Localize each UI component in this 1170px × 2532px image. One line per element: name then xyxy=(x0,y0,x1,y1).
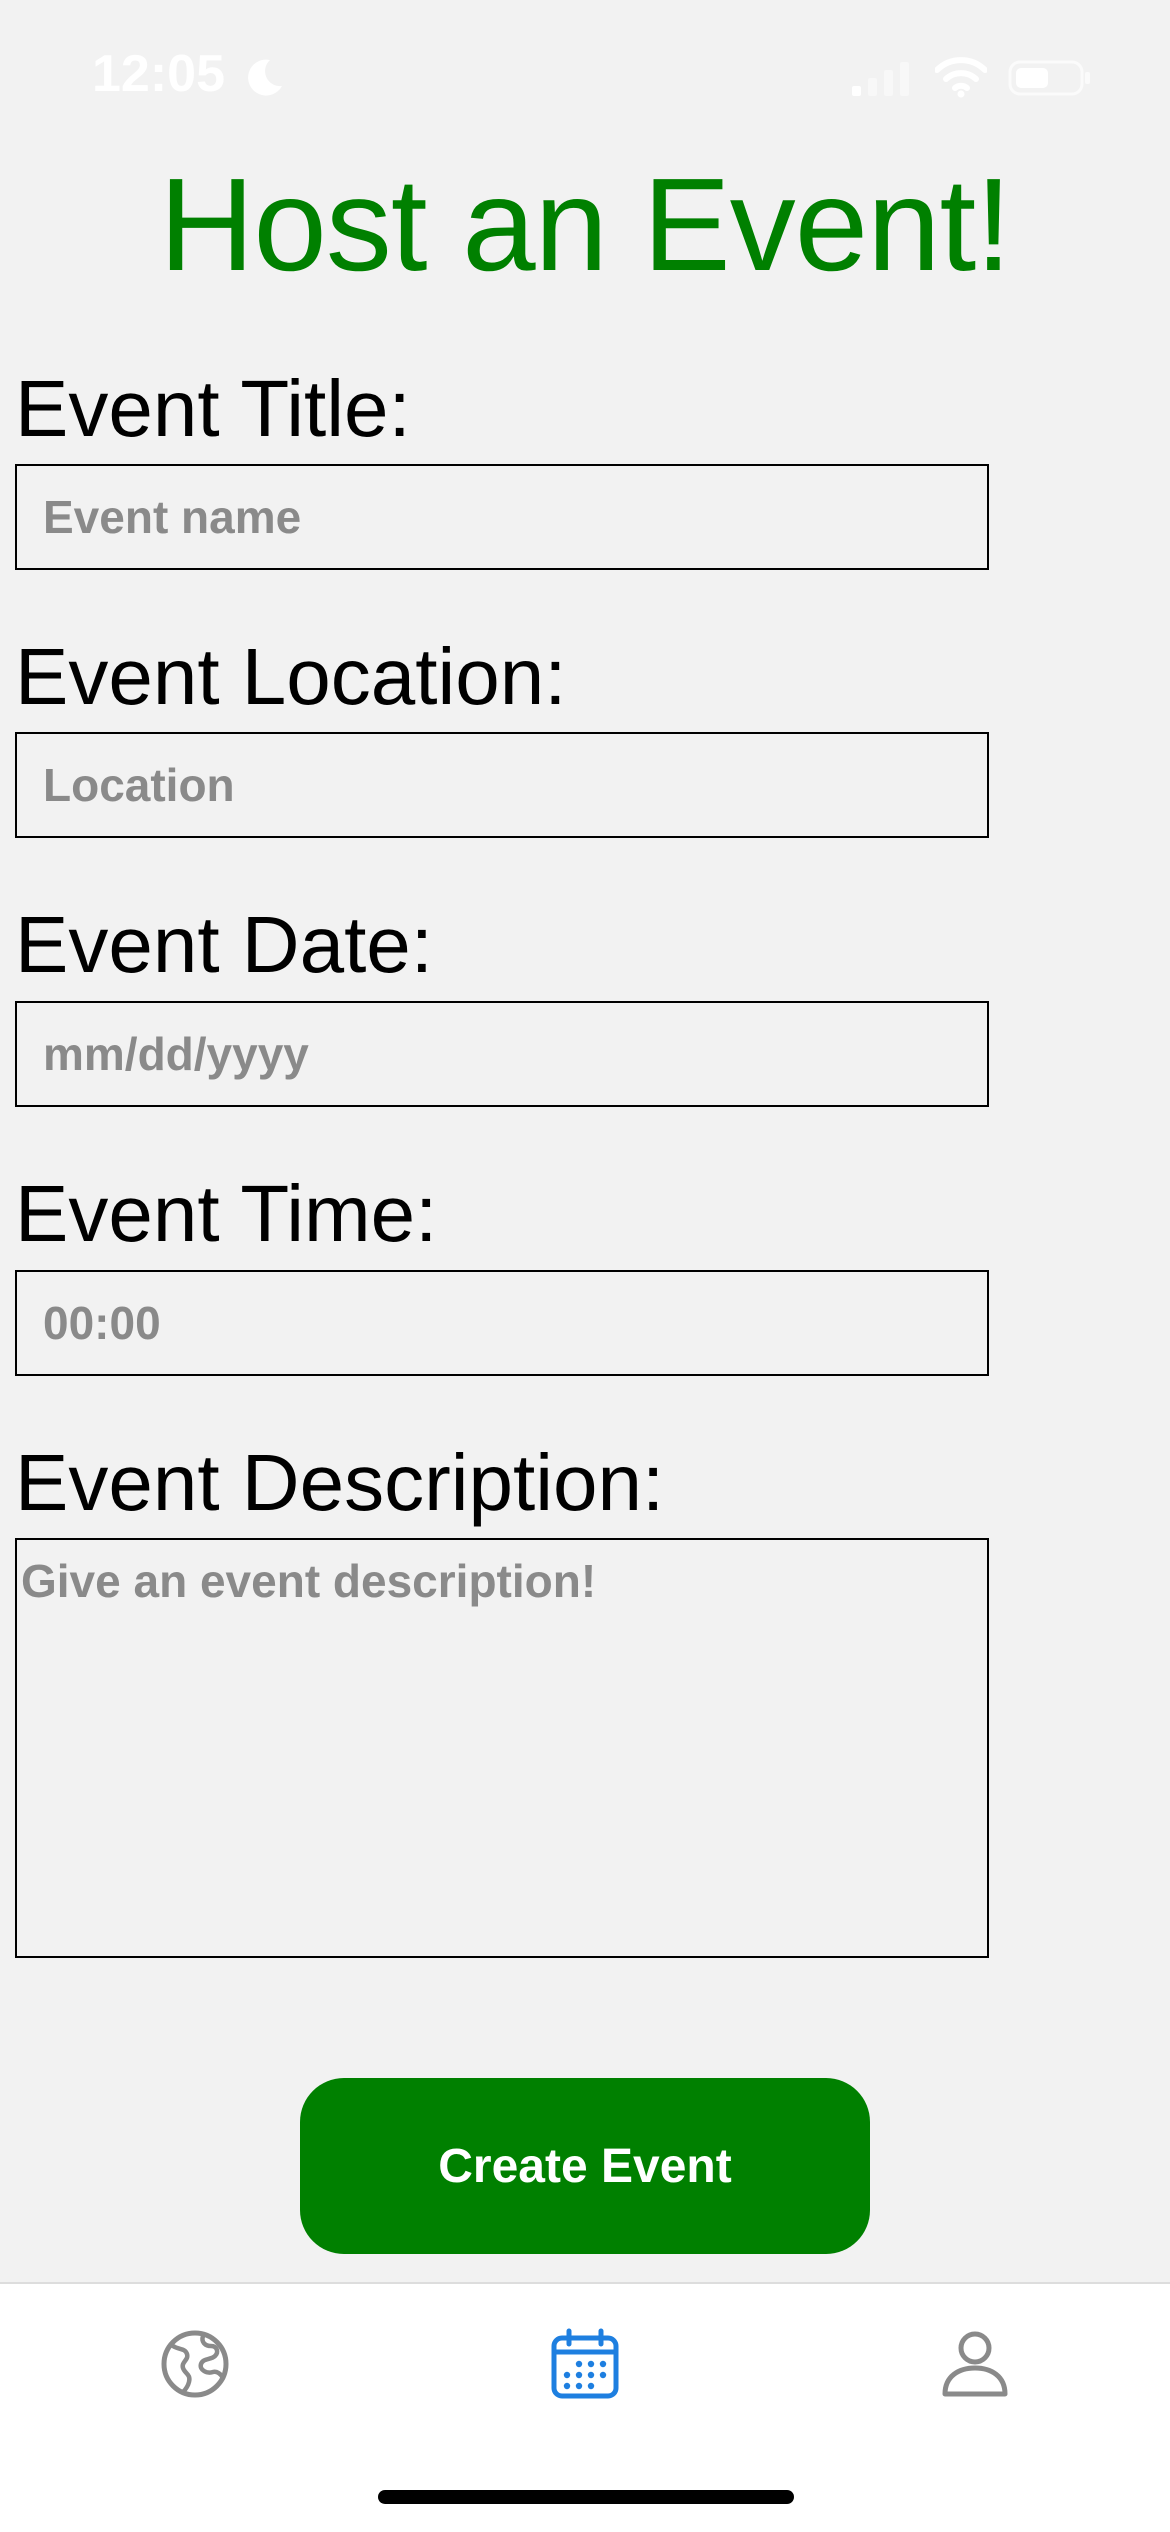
tab-explore[interactable] xyxy=(135,2304,255,2424)
battery-icon xyxy=(1008,60,1090,96)
event-description-label: Event Description: xyxy=(15,1438,665,1527)
event-location-label: Event Location: xyxy=(15,632,567,721)
event-date-input[interactable] xyxy=(15,1001,989,1107)
create-event-button[interactable]: Create Event xyxy=(300,2078,870,2254)
globe-icon xyxy=(161,2330,229,2398)
status-bar: 12:05 xyxy=(0,0,1170,150)
event-description-textarea[interactable] xyxy=(15,1538,989,1958)
moon-icon xyxy=(248,59,282,96)
tab-profile[interactable] xyxy=(915,2304,1035,2424)
cellular-signal-icon xyxy=(852,62,909,96)
wifi-icon xyxy=(935,57,987,98)
event-title-label: Event Title: xyxy=(15,364,411,453)
page-title: Host an Event! xyxy=(159,151,1012,298)
calendar-icon xyxy=(551,2328,619,2399)
event-time-input[interactable] xyxy=(15,1270,989,1376)
event-time-label: Event Time: xyxy=(15,1169,438,1258)
event-location-input[interactable] xyxy=(15,732,989,838)
home-indicator xyxy=(378,2490,794,2504)
person-icon xyxy=(942,2331,1008,2397)
tab-events[interactable] xyxy=(525,2304,645,2424)
event-date-label: Event Date: xyxy=(15,900,434,989)
status-time: 12:05 xyxy=(92,45,225,103)
event-title-input[interactable] xyxy=(15,464,989,570)
